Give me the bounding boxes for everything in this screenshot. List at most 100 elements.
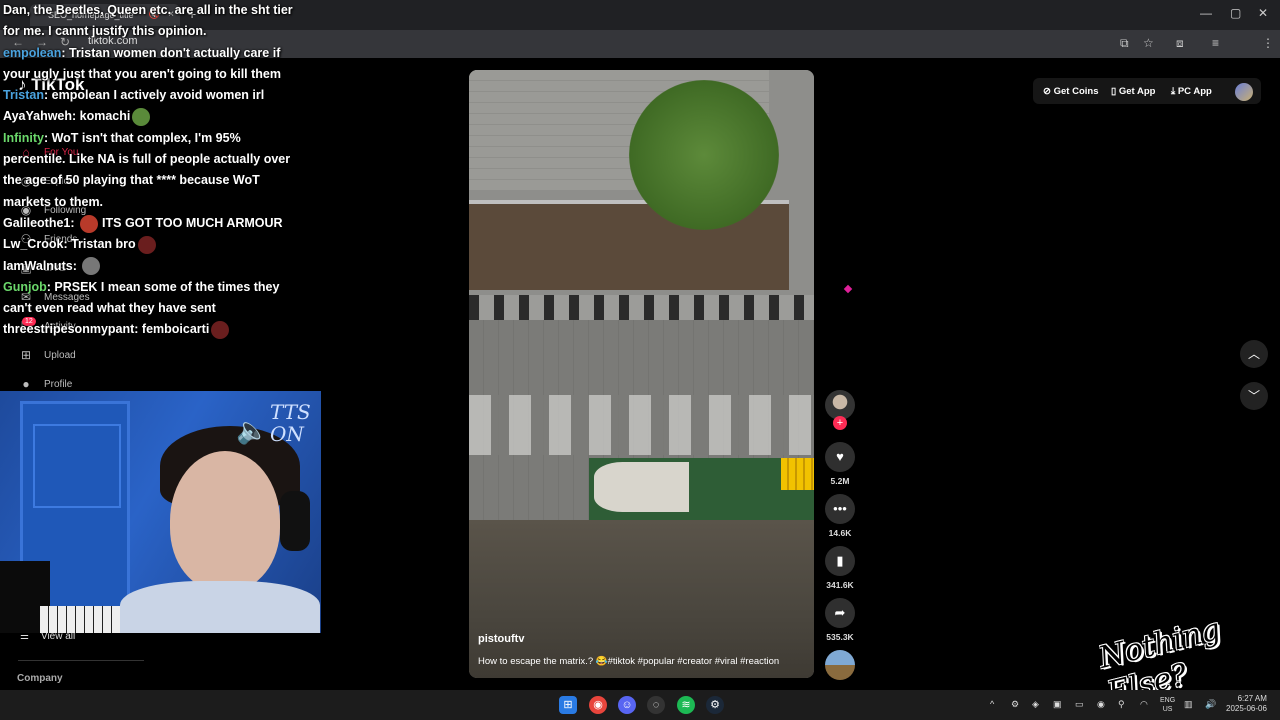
chat-username[interactable]: Infinity <box>3 131 44 145</box>
chat-text: : empolean I actively avoid women irl <box>44 88 265 103</box>
video-caption: How to escape the matrix.? 😂#tiktok #pop… <box>478 656 780 667</box>
windows-start-icon[interactable]: ⊞ <box>559 696 577 714</box>
bookmark-star-icon[interactable]: ☆ <box>1143 36 1154 50</box>
chat-username[interactable]: Galileothe1 <box>3 216 70 230</box>
lang-code: ENG <box>1160 697 1176 704</box>
nav-upload[interactable]: ⊞ Upload <box>18 348 76 362</box>
discord-icon[interactable]: ☺ <box>618 696 636 714</box>
nav-profile[interactable]: ● Profile <box>18 377 72 391</box>
chat-username[interactable]: Gunjob <box>3 280 47 294</box>
music-disc-icon <box>825 650 855 680</box>
share-count: 535.3K <box>826 632 854 642</box>
stream-chat: Dan, the Beetles, Queen etc. are all in … <box>3 0 293 341</box>
clock-time: 6:27 AM <box>1237 694 1267 703</box>
chat-text: : femboicarti <box>134 322 210 337</box>
get-coins-button[interactable]: ⊘ Get Coins <box>1043 86 1098 97</box>
chat-text: : <box>72 258 81 273</box>
chat-text: : Tristan bro <box>63 237 136 252</box>
chat-message: Tristan: empolean I actively avoid women… <box>3 85 293 106</box>
get-app-button[interactable]: ▯ Get App <box>1111 86 1155 97</box>
music-disc-button[interactable] <box>823 650 857 680</box>
nav-label: Upload <box>44 349 76 361</box>
headphones <box>280 491 310 551</box>
maximize-button[interactable]: ▢ <box>1230 6 1241 20</box>
share-button[interactable]: ➦ 535.3K <box>823 598 857 642</box>
save-button[interactable]: ▮ 341.6K <box>823 546 857 590</box>
get-coins-label: Get Coins <box>1053 86 1099 97</box>
region-code: US <box>1162 706 1173 713</box>
chat-username[interactable]: IamWalnuts <box>3 259 73 273</box>
chat-message: Dan, the Beetles, Queen etc. are all in … <box>3 0 293 43</box>
creator-avatar-button[interactable]: + <box>823 390 857 430</box>
clock-date: 2025-06-06 <box>1226 704 1267 713</box>
streamer-face <box>170 451 280 591</box>
follow-plus-icon[interactable]: + <box>833 416 847 430</box>
comment-icon: ••• <box>825 494 855 524</box>
chat-text: : WoT isn't that complex, I'm 95% percen… <box>3 130 291 209</box>
chat-message: empolean: Tristan women don't actually c… <box>3 43 293 86</box>
chat-text: Dan, the Beetles, Queen etc. are all in … <box>3 3 293 39</box>
network-icon[interactable]: ▥ <box>1184 699 1193 710</box>
tray-wifi-icon[interactable]: ◠ <box>1140 699 1148 710</box>
close-window-button[interactable]: ✕ <box>1258 6 1268 20</box>
like-count: 5.2M <box>830 476 850 486</box>
previous-video-button[interactable]: ︿ <box>1240 340 1268 368</box>
tray-steam-icon[interactable]: ⚙ <box>1011 699 1019 710</box>
heart-icon: ♥ <box>825 442 855 472</box>
next-video-button[interactable]: ﹀ <box>1240 382 1268 410</box>
upload-icon: ⊞ <box>20 348 32 362</box>
chat-username[interactable]: Tristan <box>3 88 44 102</box>
save-count: 341.6K <box>826 580 854 590</box>
tray-app3-icon[interactable]: ⚲ <box>1118 699 1125 710</box>
chrome-icon[interactable]: ◉ <box>589 696 607 714</box>
like-button[interactable]: ♥ 5.2M <box>823 442 857 486</box>
extensions-icon[interactable]: ⧈ <box>1176 36 1184 51</box>
minimize-button[interactable]: — <box>1200 6 1212 20</box>
tray-overflow-icon[interactable]: ^ <box>990 699 994 709</box>
get-app-label: Get App <box>1118 86 1156 97</box>
comment-button[interactable]: ••• 14.6K <box>823 494 857 538</box>
bookmark-icon: ▮ <box>825 546 855 576</box>
chat-username[interactable]: AyaYahweh <box>3 109 72 123</box>
chat-message: IamWalnuts: <box>3 256 293 277</box>
chat-message: Galileothe1: ITS GOT TOO MUCH ARMOUR <box>3 213 293 234</box>
comment-count: 14.6K <box>828 528 852 538</box>
chat-text-after: ITS GOT TOO MUCH ARMOUR <box>102 215 283 230</box>
tray-monitor-icon[interactable]: ▭ <box>1075 699 1084 710</box>
system-clock[interactable]: 6:27 AM 2025-06-06 <box>1226 694 1267 714</box>
tray-app-icon[interactable]: ▣ <box>1053 699 1062 710</box>
chat-message: Gunjob: PRSEK I mean some of the times t… <box>3 277 293 320</box>
chat-username[interactable]: Lw_Crook <box>3 237 63 251</box>
obs-icon[interactable]: ◌ <box>647 696 665 714</box>
nav-label: Profile <box>44 378 73 390</box>
chat-emote-icon <box>80 214 99 233</box>
chat-message: threestripesonmypant: femboicarti <box>3 319 293 340</box>
video-scene-tree <box>629 80 779 230</box>
cast-icon[interactable]: ⧉ <box>1120 36 1129 51</box>
video-player[interactable] <box>469 70 814 678</box>
share-arrow-icon: ➦ <box>825 598 855 628</box>
chat-username[interactable]: empolean <box>3 46 61 60</box>
user-avatar[interactable] <box>1235 83 1253 101</box>
video-scene-yellow-bars <box>781 458 814 490</box>
chat-emote-icon <box>211 321 230 340</box>
video-username[interactable]: pistouftv <box>478 633 524 645</box>
chat-message: Lw_Crook: Tristan bro <box>3 234 293 255</box>
windows-taskbar <box>0 690 1280 720</box>
tray-shield-icon[interactable]: ◈ <box>1032 699 1039 710</box>
pc-app-button[interactable]: ⤓ PC App <box>1171 86 1212 97</box>
company-link[interactable]: Company <box>17 673 63 684</box>
volume-icon[interactable]: 🔊 <box>1205 699 1216 710</box>
video-scene-boat-deck <box>594 462 689 512</box>
spotify-icon[interactable]: ≋ <box>677 696 695 714</box>
tray-app2-icon[interactable]: ◉ <box>1097 699 1105 710</box>
speaker-icon: 🔈 <box>236 415 269 445</box>
steam-icon[interactable]: ⚙ <box>706 696 724 714</box>
language-indicator[interactable]: ENG US <box>1160 696 1175 714</box>
chat-text: : <box>70 215 79 230</box>
menu-icon[interactable]: ⋮ <box>1262 36 1274 50</box>
video-scene-bike-rack <box>469 295 814 320</box>
media-icon[interactable]: ≡ <box>1212 36 1219 50</box>
sidebar-divider <box>18 660 144 661</box>
chat-username[interactable]: threestripesonmypant <box>3 322 134 336</box>
